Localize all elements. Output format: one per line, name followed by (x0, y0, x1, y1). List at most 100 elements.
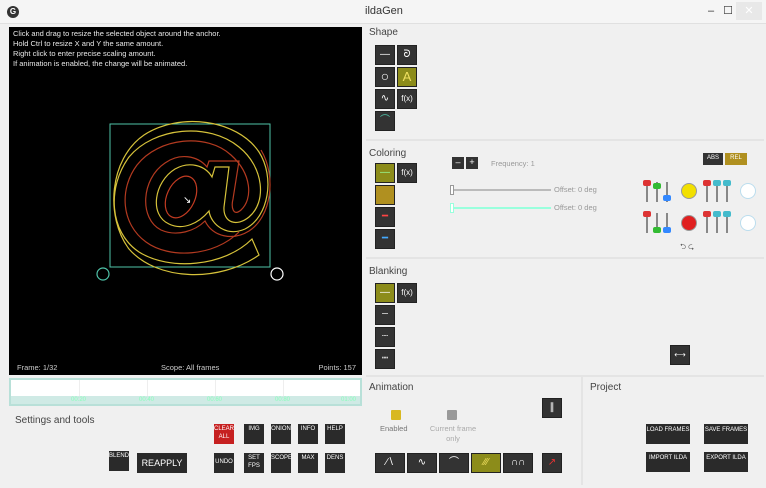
knob[interactable] (723, 180, 731, 186)
help-button[interactable]: HELP (325, 424, 345, 444)
maximize-button[interactable]: ☐ (720, 2, 736, 20)
green-knob[interactable] (653, 183, 661, 189)
timeline-label: 01:00 (341, 397, 357, 403)
knob[interactable] (713, 211, 721, 217)
dashed-blanking-button[interactable]: ┄ (375, 305, 395, 325)
current-frame-checkbox[interactable] (447, 410, 457, 420)
timeline[interactable]: 00:20 00:40 00:60 00:80 01:00 (9, 378, 362, 406)
sparse-blanking-button[interactable]: ┉ (375, 349, 395, 369)
scope-label: Scope: All frames (161, 363, 220, 372)
red-knob[interactable] (643, 180, 651, 186)
load-frames-button[interactable]: LOAD FRAMES (646, 424, 690, 444)
offset-slider-2[interactable] (451, 207, 551, 209)
knob[interactable] (663, 227, 671, 233)
cursor-icon: ↘ (183, 195, 191, 206)
export-ilda-button[interactable]: EXPORT ILDA (704, 452, 748, 472)
project-title: Project (590, 382, 622, 393)
enabled-checkbox[interactable] (391, 410, 401, 420)
wave-shape-button[interactable]: ∿ (375, 89, 395, 109)
set-fps-button[interactable]: SET FPS (244, 453, 264, 473)
timeline-label: 00:80 (275, 397, 291, 403)
circle-shape-button[interactable]: ○ (375, 67, 395, 87)
reapply-button[interactable]: REAPPLY (137, 453, 187, 473)
timeline-label: 00:20 (71, 397, 87, 403)
minimize-button[interactable]: – (703, 2, 719, 20)
blue-knob[interactable] (663, 195, 671, 201)
color-preview-red[interactable] (681, 215, 697, 231)
solid-color-button[interactable]: — (375, 163, 395, 183)
frequency-minus-button[interactable]: – (452, 157, 464, 169)
offset-label-2: Offset: 0 deg (554, 203, 597, 212)
knob[interactable] (643, 211, 651, 217)
color-preview-white-2[interactable] (740, 215, 756, 231)
blanking-function-button[interactable]: f(x) (397, 283, 417, 303)
color-preview-yellow[interactable] (681, 183, 697, 199)
ease-in-button[interactable]: ∿ (407, 453, 437, 473)
offset-slider-1[interactable] (451, 189, 551, 191)
shape-title: Shape (369, 27, 398, 38)
offset-slider-1-thumb[interactable] (450, 185, 454, 195)
gradient-color-button[interactable] (375, 185, 395, 205)
drawing-canvas[interactable]: Click and drag to resize the selected ob… (9, 27, 362, 375)
clear-all-button[interactable]: CLEAR ALL (214, 424, 234, 444)
blanking-width-button[interactable]: ⟷ (670, 345, 690, 365)
section-divider (366, 257, 764, 259)
points-counter: Points: 157 (318, 363, 356, 372)
solid-blanking-button[interactable]: — (375, 283, 395, 303)
offset-label-1: Offset: 0 deg (554, 185, 597, 194)
animation-title: Animation (369, 382, 414, 393)
abs-button[interactable]: ABS (703, 153, 723, 165)
ease-zigzag-button[interactable]: ∕∕∕ (471, 453, 501, 473)
settings-panel: Settings and tools CLEAR ALL IMG ONION I… (9, 409, 362, 485)
app-logo-icon: G (7, 6, 19, 18)
info-button[interactable]: INFO (298, 424, 318, 444)
section-divider (366, 375, 764, 377)
color-function-button[interactable]: f(x) (397, 163, 417, 183)
text-shape-button[interactable]: A (397, 67, 417, 87)
swap-colors-icon[interactable]: ⮌ ⮎ (680, 241, 694, 254)
enabled-label: Enabled (380, 424, 408, 433)
offset-slider-2-thumb[interactable] (450, 203, 454, 213)
knob[interactable] (713, 180, 721, 186)
arc-shape-button[interactable]: ⌒ (375, 111, 395, 131)
scope-button[interactable]: SCOPE (271, 453, 292, 473)
blend-button[interactable]: BLEND (109, 451, 129, 471)
reset-animation-button[interactable]: ↗ (542, 453, 562, 473)
undo-button[interactable]: UNDO (214, 453, 234, 473)
knob[interactable] (653, 227, 661, 233)
max-button[interactable]: MAX (298, 453, 318, 473)
function-shape-button[interactable]: f(x) (397, 89, 417, 109)
at-inner-loop (164, 175, 198, 219)
ease-bounce-button[interactable]: ∩∩ (503, 453, 533, 473)
vertical-divider (581, 377, 583, 485)
import-ilda-button[interactable]: IMPORT ILDA (646, 452, 690, 472)
section-divider (366, 139, 764, 141)
knob[interactable] (723, 211, 731, 217)
timeline-label: 00:40 (139, 397, 155, 403)
anchor-handle (96, 267, 110, 281)
dashed-color-button[interactable]: ━ (375, 207, 395, 227)
freehand-shape-button[interactable]: ᘐ (397, 45, 417, 65)
knob[interactable] (703, 211, 711, 217)
knob[interactable] (703, 180, 711, 186)
line-shape-button[interactable]: — (375, 45, 395, 65)
onion-button[interactable]: ONION (271, 424, 291, 444)
rel-button[interactable]: REL (725, 153, 747, 165)
resize-handle (270, 267, 284, 281)
dens-button[interactable]: DENS (325, 453, 345, 473)
coloring-title: Coloring (369, 148, 407, 159)
pause-animation-button[interactable]: ∥ (542, 398, 562, 418)
color-preview-white[interactable] (740, 183, 756, 199)
frequency-plus-button[interactable]: + (466, 157, 478, 169)
ease-out-button[interactable]: ⌒ (439, 453, 469, 473)
frequency-label: Frequency: 1 (491, 159, 535, 168)
window-title: ildaGen (365, 5, 403, 17)
save-frames-button[interactable]: SAVE FRAMES (704, 424, 748, 444)
dotted-blanking-button[interactable]: ┈ (375, 327, 395, 347)
img-button[interactable]: IMG (244, 424, 264, 444)
timeline-label: 00:60 (207, 397, 223, 403)
ease-linear-button[interactable]: ∕∖ (375, 453, 405, 473)
blanking-title: Blanking (369, 266, 408, 277)
rainbow-color-button[interactable]: ━ (375, 229, 395, 249)
close-button[interactable]: ✕ (736, 2, 762, 20)
